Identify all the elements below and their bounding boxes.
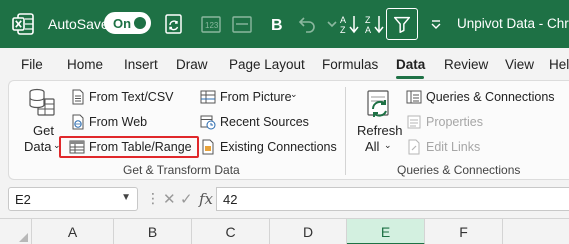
group-separator [345,87,346,175]
select-all-icon [19,233,28,242]
tab-page-layout[interactable]: Page Layout [229,57,305,72]
refresh-icon[interactable] [365,89,393,121]
column-header-c[interactable]: C [192,219,270,244]
sync-icon[interactable] [162,12,186,36]
filter-icon [393,16,411,33]
column-header-d[interactable]: D [270,219,347,244]
active-tab-indicator [396,76,424,79]
tab-formulas[interactable]: Formulas [322,57,378,72]
svg-text:Z: Z [365,15,371,25]
formula-input[interactable]: 42 [216,187,569,211]
from-picture-button[interactable]: From Picture [220,90,292,104]
filter-button[interactable] [386,8,418,40]
edit-links-button[interactable]: Edit Links [426,140,480,154]
insert-function-icon[interactable]: fx [199,190,213,208]
tab-insert[interactable]: Insert [124,57,158,72]
enter-icon[interactable]: ✓ [180,190,193,208]
recent-sources-button[interactable]: Recent Sources [220,115,309,129]
cancel-icon[interactable]: ✕ [163,190,176,208]
svg-text:A: A [340,15,346,25]
number-format-icon[interactable]: 123 [199,12,223,36]
title-bar: AutoSave On 123 B AZ ZA Unpivot Data - C… [0,0,569,48]
refresh-all-label-2[interactable]: All [365,139,379,154]
sort-icon[interactable]: AZ [338,12,362,36]
get-data-label-2[interactable]: Data [24,139,51,154]
tab-file[interactable]: File [21,57,43,72]
more-icon[interactable] [424,12,448,36]
column-header-a[interactable]: A [32,219,114,244]
toggle-knob [134,17,146,29]
refresh-all-label-1[interactable]: Refresh [357,123,403,138]
queries-connections-button[interactable]: Queries & Connections [426,90,555,104]
from-text-csv-button[interactable]: From Text/CSV [89,90,174,104]
from-table-range-button[interactable]: From Table/Range [89,140,192,154]
group-label-queries: Queries & Connections [397,163,521,177]
cell-reference: E2 [15,192,31,207]
column-header-e[interactable]: E [347,219,425,244]
sort-descending-icon[interactable]: ZA [363,12,387,36]
existing-connections-button[interactable]: Existing Connections [220,140,337,154]
tab-home[interactable]: Home [67,57,103,72]
tab-view[interactable]: View [505,57,534,72]
web-file-icon [70,114,86,130]
tab-data[interactable]: Data [396,57,425,72]
ribbon-tabs: File Home Insert Draw Page Layout Formul… [0,48,569,80]
window-title: Unpivot Data - Chris [457,16,569,31]
properties-icon [406,114,422,130]
autosave-toggle[interactable]: On [104,12,151,34]
picture-icon [200,89,216,105]
svg-text:123: 123 [205,21,219,30]
group-label-get-transform: Get & Transform Data [123,163,240,177]
column-header-f[interactable]: F [425,219,503,244]
svg-text:Z: Z [340,25,346,35]
tab-review[interactable]: Review [444,57,488,72]
select-all-corner[interactable] [0,219,32,244]
from-picture-chevron-icon[interactable]: ⌄ [290,89,298,100]
number-format-alt-icon[interactable] [230,12,254,36]
properties-button[interactable]: Properties [426,115,483,129]
existing-connections-icon [200,139,216,155]
queries-connections-icon [406,89,422,105]
column-header-b[interactable]: B [114,219,192,244]
from-web-button[interactable]: From Web [89,115,147,129]
tab-draw[interactable]: Draw [176,57,208,72]
get-data-label-1[interactable]: Get [33,123,54,138]
database-icon[interactable] [28,87,56,119]
formula-bar-drag-handle[interactable]: ⋮ [146,190,161,207]
excel-logo-icon[interactable] [12,13,34,35]
autosave-state: On [113,16,132,31]
chevron-down-icon[interactable]: ▼ [121,192,131,203]
undo-icon[interactable] [295,12,319,36]
svg-text:B: B [271,17,283,34]
bold-icon[interactable]: B [265,12,289,36]
column-headers: A B C D E F [0,218,569,244]
formula-value: 42 [223,192,238,207]
autosave-label: AutoSave [48,16,109,32]
recent-sources-icon [200,114,216,130]
ribbon-panel: Get Data ⌄ From Text/CSV From Web From T… [8,80,569,180]
name-box[interactable]: E2 ▼ [8,187,138,211]
refresh-all-chevron-icon[interactable]: ⌄ [384,140,392,151]
table-icon [69,139,85,155]
text-file-icon [70,89,86,105]
svg-text:A: A [365,25,371,35]
tab-help[interactable]: Hel [549,57,569,72]
edit-links-icon [406,139,422,155]
